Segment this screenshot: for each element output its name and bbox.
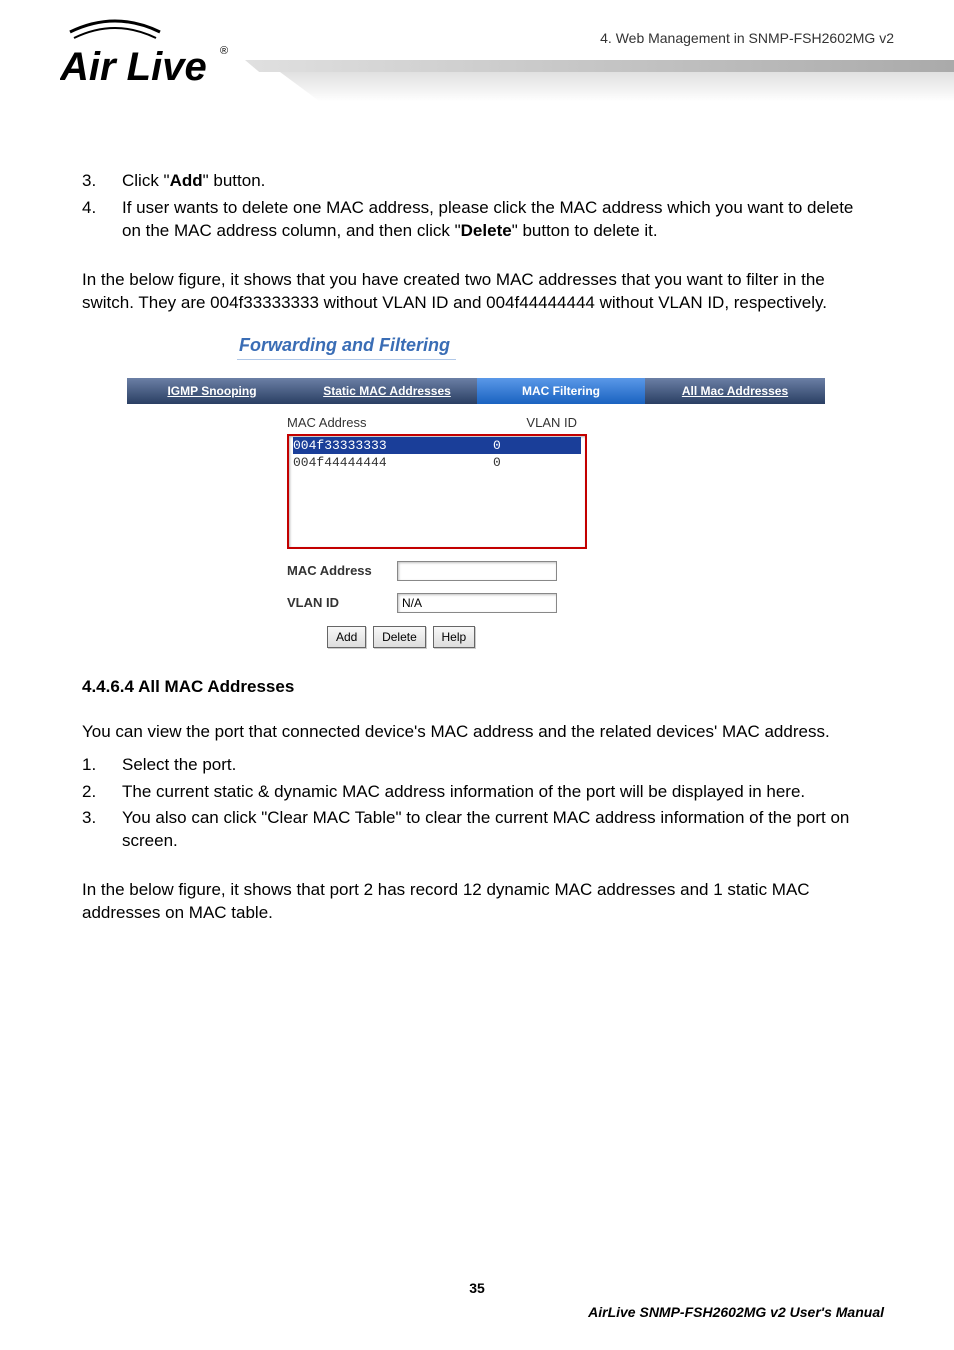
mac-cell: 004f33333333 (293, 437, 493, 455)
section-heading: 4.4.6.4 All MAC Addresses (82, 676, 872, 699)
help-button[interactable]: Help (433, 626, 476, 648)
text: Click " (122, 171, 170, 190)
tab-bar: IGMP Snooping Static MAC Addresses MAC F… (127, 378, 857, 404)
vlan-cell: 0 (493, 454, 553, 472)
header-breadcrumb: 4. Web Management in SNMP-FSH2602MG v2 (600, 30, 894, 46)
vlan-id-row: VLAN ID (287, 593, 647, 613)
button-row: Add Delete Help (327, 625, 857, 648)
mac-cell: 004f44444444 (293, 454, 493, 472)
svg-text:®: ® (220, 45, 228, 57)
bold-text: Add (170, 171, 203, 190)
list-item: 3. Click "Add" button. (82, 170, 872, 193)
paragraph: You can view the port that connected dev… (82, 721, 872, 744)
tab-igmp-snooping[interactable]: IGMP Snooping (127, 378, 297, 404)
page-header: Air Live ® 4. Web Management in SNMP-FSH… (0, 0, 954, 120)
text: " button. (203, 171, 266, 190)
figure-title: Forwarding and Filtering (237, 333, 456, 360)
mac-filter-panel: MAC Address VLAN ID 004f33333333 0 004f4… (287, 414, 647, 613)
list-item: 2. The current static & dynamic MAC addr… (82, 781, 872, 804)
list-item: 3. You also can click "Clear MAC Table" … (82, 807, 872, 853)
header-shadow (280, 72, 954, 102)
col-vlan-id: VLAN ID (497, 414, 577, 432)
vlan-cell: 0 (493, 437, 553, 455)
mac-address-input[interactable] (397, 561, 557, 581)
airlive-logo: Air Live ® (60, 10, 230, 95)
col-mac-address: MAC Address (287, 414, 497, 432)
list-body: The current static & dynamic MAC address… (122, 781, 872, 804)
screenshot-figure: Forwarding and Filtering IGMP Snooping S… (97, 333, 857, 648)
mac-address-label: MAC Address (287, 562, 397, 580)
footer-text: AirLive SNMP-FSH2602MG v2 User's Manual (588, 1304, 884, 1320)
bold-text: Delete (461, 221, 512, 240)
vlan-id-label: VLAN ID (287, 594, 397, 612)
vlan-id-input[interactable] (397, 593, 557, 613)
page-content: 3. Click "Add" button. 4. If user wants … (0, 120, 954, 925)
list-num: 3. (82, 807, 122, 853)
list-num: 3. (82, 170, 122, 193)
list-num: 2. (82, 781, 122, 804)
mac-row[interactable]: 004f44444444 0 (293, 454, 581, 472)
page-number: 35 (0, 1280, 954, 1296)
list-body: Click "Add" button. (122, 170, 872, 193)
mac-row[interactable]: 004f33333333 0 (293, 437, 581, 455)
list-body: If user wants to delete one MAC address,… (122, 197, 872, 243)
list-item: 4. If user wants to delete one MAC addre… (82, 197, 872, 243)
list-body: You also can click "Clear MAC Table" to … (122, 807, 872, 853)
tab-mac-filtering[interactable]: MAC Filtering (477, 378, 645, 404)
list-num: 1. (82, 754, 122, 777)
paragraph: In the below figure, it shows that port … (82, 879, 872, 925)
list-item: 1. Select the port. (82, 754, 872, 777)
mac-address-row: MAC Address (287, 561, 647, 581)
header-divider (245, 60, 954, 72)
svg-text:Air Live: Air Live (60, 45, 207, 89)
mac-listbox[interactable]: 004f33333333 0 004f44444444 0 (287, 434, 587, 549)
delete-button[interactable]: Delete (373, 626, 426, 648)
list-num: 4. (82, 197, 122, 243)
list-body: Select the port. (122, 754, 872, 777)
list-header: MAC Address VLAN ID (287, 414, 647, 432)
tab-all-mac[interactable]: All Mac Addresses (645, 378, 825, 404)
tab-static-mac[interactable]: Static MAC Addresses (297, 378, 477, 404)
paragraph: In the below figure, it shows that you h… (82, 269, 872, 315)
add-button[interactable]: Add (327, 626, 366, 648)
text: " button to delete it. (512, 221, 658, 240)
